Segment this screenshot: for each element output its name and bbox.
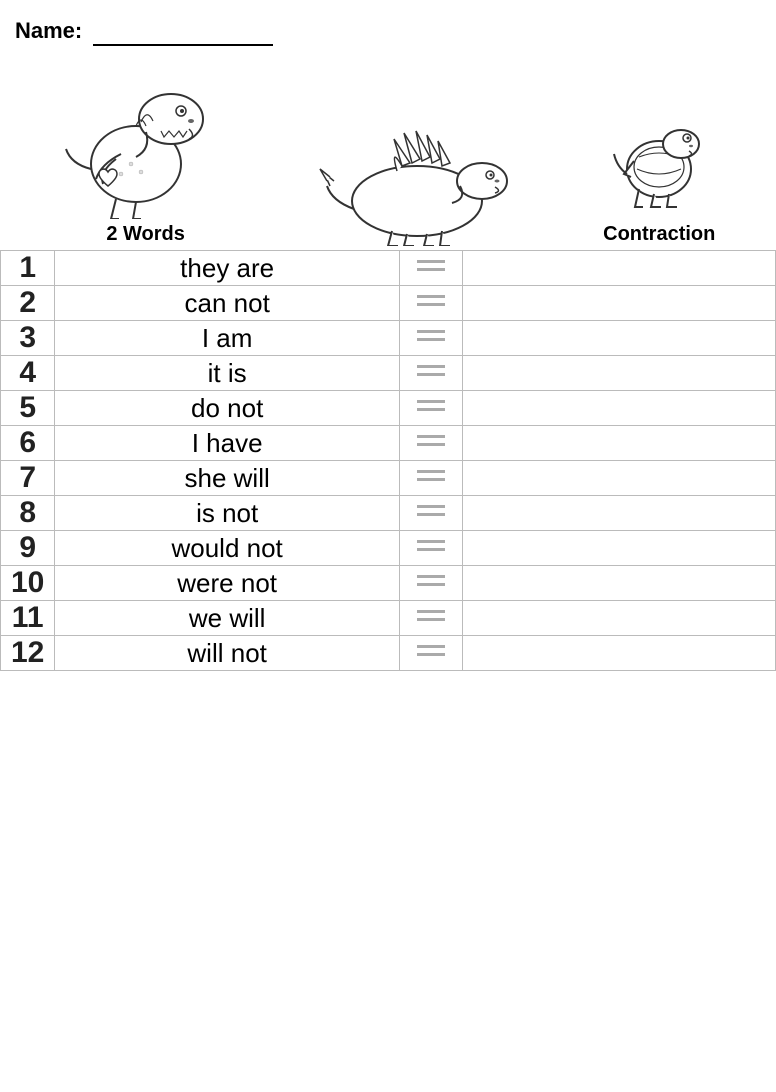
two-words-cell: they are xyxy=(55,251,400,286)
dino-left: 2 Words xyxy=(61,64,231,246)
contraction-answer-cell[interactable] xyxy=(462,461,775,496)
row-number: 1 xyxy=(1,251,55,286)
equals-icon xyxy=(417,362,445,380)
equals-icon xyxy=(417,642,445,660)
row-number: 3 xyxy=(1,321,55,356)
row-number: 5 xyxy=(1,391,55,426)
two-words-cell: we will xyxy=(55,601,400,636)
table-row: 10 were not xyxy=(1,566,776,601)
two-words-cell: can not xyxy=(55,286,400,321)
row-number: 2 xyxy=(1,286,55,321)
contraction-answer-cell[interactable] xyxy=(462,321,775,356)
equals-icon xyxy=(417,502,445,520)
trex-icon xyxy=(61,64,231,219)
table-row: 6 I have xyxy=(1,426,776,461)
table-row: 8 is not xyxy=(1,496,776,531)
contraction-answer-cell[interactable] xyxy=(462,286,775,321)
two-words-cell: I am xyxy=(55,321,400,356)
equals-icon xyxy=(417,257,445,275)
table-row: 4 it is xyxy=(1,356,776,391)
row-number: 11 xyxy=(1,601,55,636)
equals-cell xyxy=(399,286,462,321)
two-words-cell: will not xyxy=(55,636,400,671)
equals-cell xyxy=(399,636,462,671)
table-row: 1 they are xyxy=(1,251,776,286)
stegosaurus-icon xyxy=(312,91,522,246)
contraction-answer-cell[interactable] xyxy=(462,566,775,601)
two-words-cell: would not xyxy=(55,531,400,566)
table-row: 2 can not xyxy=(1,286,776,321)
table-row: 12 will not xyxy=(1,636,776,671)
row-number: 10 xyxy=(1,566,55,601)
two-words-cell: were not xyxy=(55,566,400,601)
two-words-cell: it is xyxy=(55,356,400,391)
equals-icon xyxy=(417,432,445,450)
contraction-answer-cell[interactable] xyxy=(462,601,775,636)
two-words-cell: she will xyxy=(55,461,400,496)
equals-icon xyxy=(417,292,445,310)
equals-cell xyxy=(399,601,462,636)
row-number: 7 xyxy=(1,461,55,496)
two-words-label: 2 Words xyxy=(106,223,185,246)
row-number: 4 xyxy=(1,356,55,391)
worksheet-table: 1 they are 2 can not 3 I am 4 it is 5 do… xyxy=(0,250,776,671)
row-number: 12 xyxy=(1,636,55,671)
two-words-cell: do not xyxy=(55,391,400,426)
contraction-answer-cell[interactable] xyxy=(462,426,775,461)
dino-right: Contraction xyxy=(603,89,715,246)
equals-icon xyxy=(417,537,445,555)
name-label: Name: xyxy=(15,10,273,46)
contraction-answer-cell[interactable] xyxy=(462,636,775,671)
equals-cell xyxy=(399,426,462,461)
equals-cell xyxy=(399,391,462,426)
contraction-answer-cell[interactable] xyxy=(462,531,775,566)
table-row: 5 do not xyxy=(1,391,776,426)
table-row: 7 she will xyxy=(1,461,776,496)
equals-icon xyxy=(417,572,445,590)
equals-cell xyxy=(399,461,462,496)
contraction-answer-cell[interactable] xyxy=(462,356,775,391)
small-dino-icon xyxy=(609,89,709,219)
row-number: 9 xyxy=(1,531,55,566)
equals-icon xyxy=(417,467,445,485)
equals-icon xyxy=(417,397,445,415)
equals-icon xyxy=(417,607,445,625)
contraction-answer-cell[interactable] xyxy=(462,496,775,531)
contraction-label: Contraction xyxy=(603,223,715,246)
table-row: 11 we will xyxy=(1,601,776,636)
table-row: 3 I am xyxy=(1,321,776,356)
equals-cell xyxy=(399,566,462,601)
equals-cell xyxy=(399,356,462,391)
contraction-answer-cell[interactable] xyxy=(462,251,775,286)
two-words-cell: is not xyxy=(55,496,400,531)
equals-cell xyxy=(399,496,462,531)
row-number: 8 xyxy=(1,496,55,531)
equals-cell xyxy=(399,531,462,566)
contraction-answer-cell[interactable] xyxy=(462,391,775,426)
equals-icon xyxy=(417,327,445,345)
equals-cell xyxy=(399,321,462,356)
two-words-cell: I have xyxy=(55,426,400,461)
header: Name: xyxy=(0,0,776,46)
equals-cell xyxy=(399,251,462,286)
row-number: 6 xyxy=(1,426,55,461)
dino-center xyxy=(312,91,522,246)
table-row: 9 would not xyxy=(1,531,776,566)
worksheet-page: Name: xyxy=(0,0,776,1092)
dino-section: 2 Words xyxy=(0,46,776,246)
name-underline[interactable] xyxy=(93,18,273,46)
